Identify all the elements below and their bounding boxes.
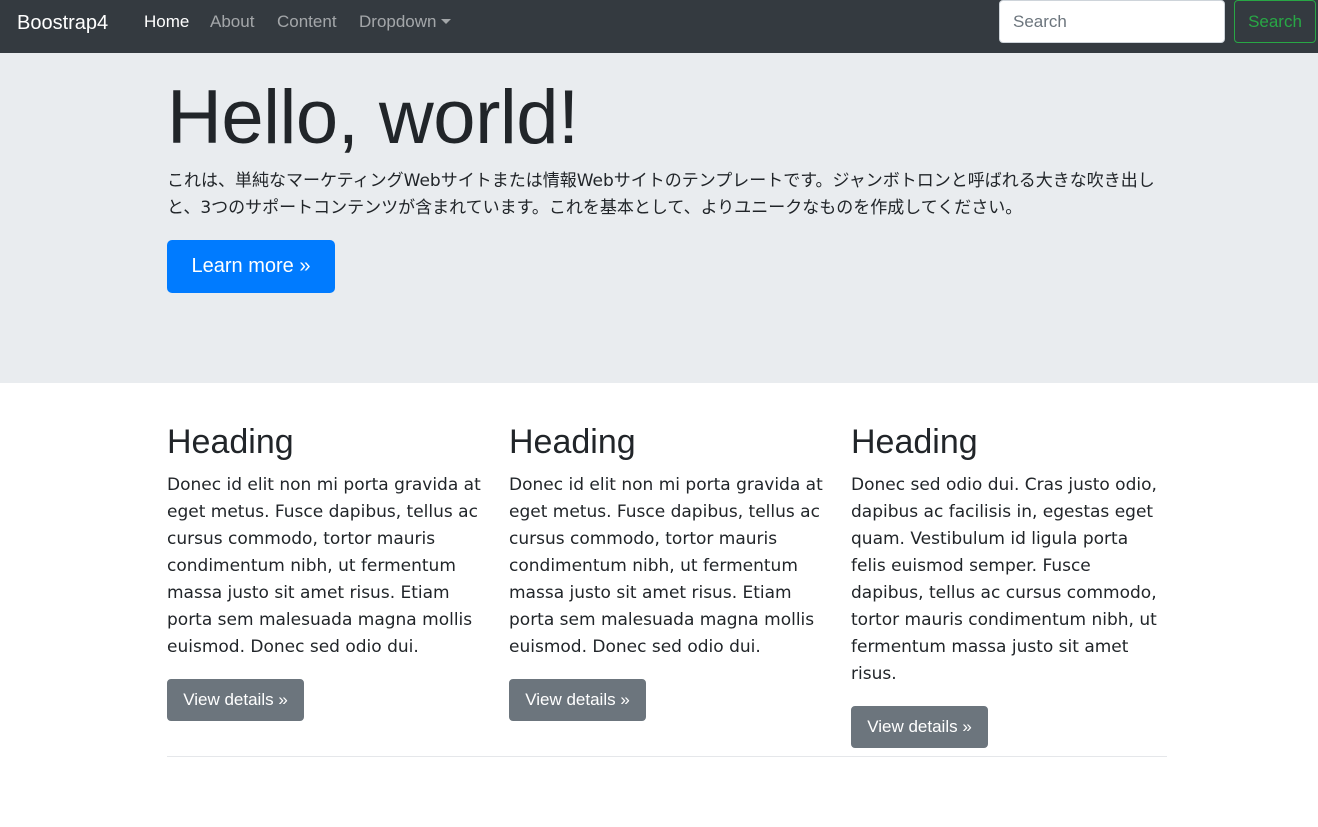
nav-link-about[interactable]: About [210,11,254,33]
nav-link-home[interactable]: Home [144,11,189,33]
column-text: Donec id elit non mi porta gravida at eg… [509,475,823,657]
content-column-3: Heading Donec sed odio dui. Cras justo o… [851,422,1167,748]
caret-down-icon [440,19,451,24]
jumbotron-lead: これは、単純なマーケティングWebサイトまたは情報Webサイトのテンプレートです… [167,171,1155,218]
column-heading: Heading [509,423,636,461]
nav-dropdown-toggle[interactable]: Dropdown [359,11,451,33]
column-text: Donec id elit non mi porta gravida at eg… [167,475,481,657]
column-heading: Heading [167,423,294,461]
view-details-button[interactable]: View details » [851,706,988,748]
view-details-button[interactable]: View details » [167,679,304,721]
navbar-brand[interactable]: Boostrap4 [17,10,108,36]
jumbotron-title: Hello, world! [167,75,579,160]
content-column-2: Heading Donec id elit non mi porta gravi… [509,422,825,721]
content-column-1: Heading Donec id elit non mi porta gravi… [167,422,483,721]
nav-link-content[interactable]: Content [277,11,337,33]
learn-more-button[interactable]: Learn more » [167,240,335,293]
jumbotron: Hello, world! これは、単純なマーケティングWebサイトまたは情報W… [0,53,1318,383]
search-input[interactable] [999,0,1225,43]
column-heading: Heading [851,423,978,461]
top-navbar: Boostrap4 Home About Content Dropdown Se… [0,0,1318,53]
section-divider [167,756,1167,757]
nav-dropdown-label: Dropdown [359,12,437,31]
view-details-button[interactable]: View details » [509,679,646,721]
column-text: Donec sed odio dui. Cras justo odio, dap… [851,475,1157,684]
search-button[interactable]: Search [1234,0,1316,43]
